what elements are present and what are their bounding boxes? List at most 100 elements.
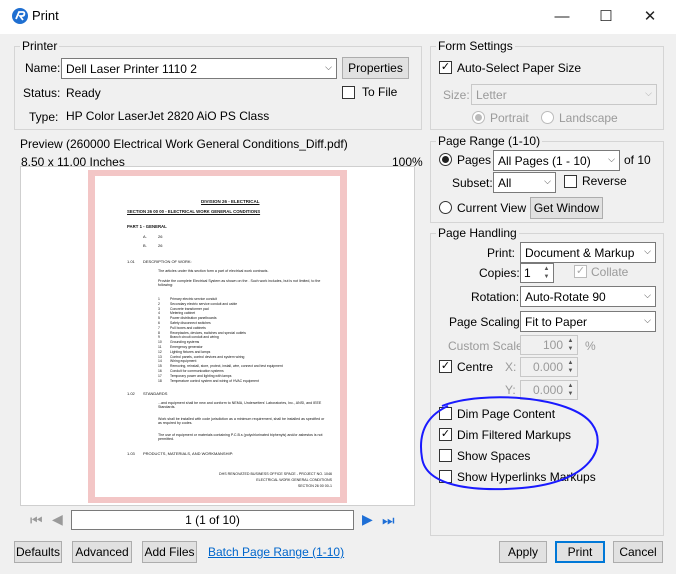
annotation-circle	[420, 396, 599, 491]
add-files-button[interactable]: Add Files	[142, 541, 197, 563]
collate-label: Collate	[591, 265, 629, 279]
doc-item-b-text: 26	[158, 243, 163, 248]
doc-list-number: 7	[158, 325, 160, 330]
of-pages-label: of 10	[624, 153, 651, 167]
doc-list-item: Safety disconnect switches	[170, 321, 211, 325]
cancel-button[interactable]: Cancel	[613, 541, 663, 563]
doc-list-number: 17	[158, 373, 162, 378]
page-scaling-select[interactable]: Fit to Paper ⌵	[520, 311, 656, 332]
centre-checkbox[interactable]: ✓	[439, 360, 452, 373]
subset-select[interactable]: All ⌵	[493, 172, 556, 193]
last-page-icon[interactable]: ⏭	[382, 512, 395, 529]
portrait-radio[interactable]	[472, 111, 485, 124]
page-preview: DIVISION 26 - ELECTRICAL SECTION 26 00 0…	[95, 176, 340, 497]
rotation-value: Auto-Rotate 90	[525, 289, 606, 304]
copies-stepper[interactable]: 1 ▲ ▼	[520, 263, 554, 283]
reverse-checkbox[interactable]	[564, 175, 577, 188]
doc-s103: 1.03	[127, 451, 135, 456]
spinner-arrows-icon[interactable]: ▲ ▼	[565, 359, 576, 375]
page-number-input[interactable]: 1 (1 of 10)	[71, 510, 354, 530]
reverse-label: Reverse	[582, 174, 627, 188]
doc-list-item: Emergency generator	[170, 345, 203, 349]
apply-button[interactable]: Apply	[499, 541, 547, 563]
x-label: X:	[505, 360, 517, 374]
current-view-label: Current View	[457, 201, 527, 215]
minimize-icon[interactable]: —	[540, 0, 584, 32]
doc-list-number: 6	[158, 321, 160, 325]
centre-label: Centre	[457, 360, 494, 374]
printer-group-label: Printer	[20, 39, 60, 53]
type-label: Type:	[29, 110, 59, 124]
first-page-icon[interactable]: ⏮	[30, 512, 43, 529]
next-page-icon[interactable]: ▶	[362, 511, 373, 528]
spinner-arrows-icon[interactable]: ▲ ▼	[541, 265, 552, 281]
copies-value: 1	[524, 266, 531, 280]
page-range-group-label: Page Range (1-10)	[436, 134, 543, 148]
size-value: Letter	[476, 87, 507, 102]
percent-label: %	[585, 339, 596, 353]
doc-list-item: Lighting fixtures and lamps	[170, 349, 211, 354]
spinner-arrows-icon[interactable]: ▲ ▼	[565, 337, 576, 353]
subset-value: All	[498, 175, 512, 190]
x-offset-stepper[interactable]: 0.000 ▲ ▼	[520, 357, 578, 377]
doc-s103-title: PRODUCTS, MATERIALS, AND WORKMANSHIP:	[143, 451, 234, 456]
landscape-radio[interactable]	[541, 111, 554, 124]
doc-list-item: Conduit for communication systems	[170, 369, 224, 373]
custom-scale-label: Custom Scale:	[448, 339, 527, 353]
maximize-icon[interactable]: ☐	[584, 0, 628, 32]
preview-label: Preview (260000 Electrical Work General …	[20, 137, 348, 151]
close-icon[interactable]: ✕	[628, 0, 672, 32]
doc-item-b: B.	[143, 243, 147, 248]
landscape-label: Landscape	[559, 111, 618, 125]
size-select[interactable]: Letter ⌵	[471, 84, 657, 105]
chevron-down-icon: ⌵	[644, 315, 651, 325]
auto-select-checkbox[interactable]: ✓	[439, 61, 452, 74]
chevron-down-icon: ⌵	[325, 62, 332, 72]
doc-footer-3: SECTION 26 00 00-1	[297, 484, 332, 488]
get-window-button[interactable]: Get Window	[530, 197, 603, 219]
chevron-down-icon: ⌵	[644, 246, 651, 256]
rotation-label: Rotation:	[471, 290, 520, 304]
print-what-value: Document & Markup	[525, 245, 635, 260]
current-view-radio[interactable]	[439, 201, 452, 214]
advanced-button[interactable]: Advanced	[72, 541, 132, 563]
doc-s102-c: The use of equipment or materials contai…	[158, 433, 323, 441]
doc-s101: 1.01	[127, 259, 135, 264]
page-scaling-value: Fit to Paper	[525, 314, 588, 329]
doc-list-item: Primary electric service conduit	[170, 297, 217, 301]
chevron-down-icon: ⌵	[544, 176, 551, 186]
doc-footer-1: DHS RENOVATED BUSINESS OFFICE SPACE - PR…	[219, 472, 332, 476]
title-bar: Print — ☐ ✕	[0, 0, 676, 34]
prev-page-icon[interactable]: ◀	[52, 511, 63, 528]
to-file-checkbox[interactable]	[342, 86, 355, 99]
pages-radio[interactable]	[439, 153, 452, 166]
status-value: Ready	[66, 86, 101, 100]
doc-list-item: Temperature control system and wiring of…	[170, 378, 259, 383]
pages-select[interactable]: All Pages (1 - 10) ⌵	[493, 150, 620, 171]
doc-list-item: Temporary power and lighting with lamps	[170, 373, 232, 378]
doc-list-item: Secondary electric service conduit and c…	[170, 301, 238, 306]
rotation-select[interactable]: Auto-Rotate 90 ⌵	[520, 286, 656, 307]
properties-button[interactable]: Properties	[342, 57, 409, 79]
doc-item-a: A.	[143, 234, 147, 239]
print-what-select[interactable]: Document & Markup ⌵	[520, 242, 656, 263]
collate-checkbox[interactable]: ✓	[574, 265, 587, 278]
doc-s101-title: DESCRIPTION OF WORK:	[143, 259, 192, 264]
custom-scale-value: 100	[542, 338, 563, 352]
custom-scale-stepper[interactable]: 100 ▲ ▼	[520, 335, 578, 355]
doc-section: SECTION 26 00 00 - ELECTRICAL WORK GENER…	[127, 209, 261, 214]
print-label: Print:	[487, 246, 516, 260]
doc-item-a-text: 26	[158, 234, 163, 239]
printer-name-value: Dell Laser Printer 1110 2	[66, 61, 197, 76]
doc-s101-a: The articles under this section form a p…	[158, 269, 269, 273]
printer-name-select[interactable]: Dell Laser Printer 1110 2 ⌵	[61, 58, 337, 79]
type-value: HP Color LaserJet 2820 AiO PS Class	[66, 109, 270, 123]
printer-name-label: Name:	[25, 61, 61, 75]
defaults-button[interactable]: Defaults	[14, 541, 62, 563]
batch-page-range-link[interactable]: Batch Page Range (1-10)	[208, 545, 344, 559]
page-scaling-label: Page Scaling:	[449, 315, 524, 329]
app-logo-icon	[12, 8, 28, 24]
print-button[interactable]: Print	[555, 541, 605, 563]
pages-value: All Pages (1 - 10)	[498, 153, 591, 168]
doc-list-number: 18	[158, 378, 162, 383]
